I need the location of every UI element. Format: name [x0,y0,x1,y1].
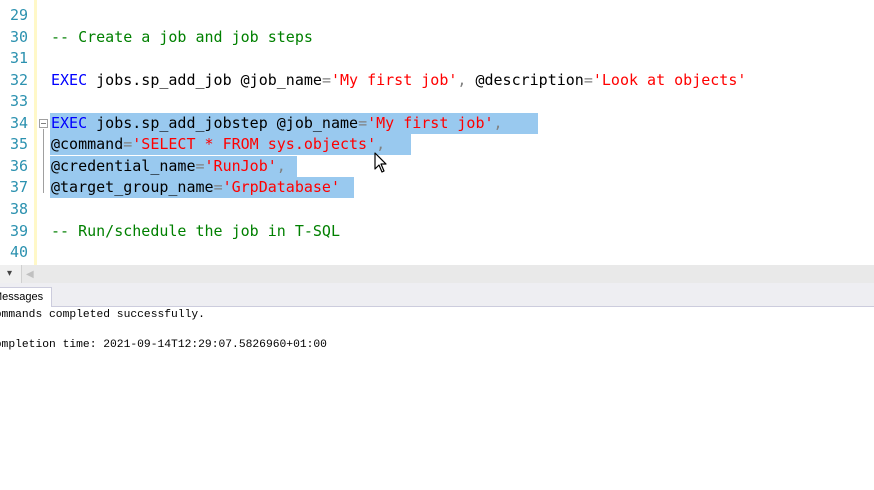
code-token: , [376,135,386,154]
code-token: = [321,70,331,89]
code-line[interactable]: -- Create a job and job steps [51,27,313,48]
code-token: @credential_name [51,156,196,175]
code-line[interactable]: @credential_name='RunJob', [51,156,286,177]
line-number: 39 [9,221,28,240]
code-token: , [276,156,286,175]
collapse-minus-icon[interactable] [39,118,48,128]
code-token: EXEC [51,113,88,132]
message-line: Commands completed successfully. [0,309,205,321]
code-token: = [583,70,593,89]
code-token: 'RunJob' [204,156,277,175]
code-token: 'My first job' [330,70,458,89]
results-pane: Messages Commands completed successfully… [0,283,874,490]
code-token: 'My first job' [367,113,494,132]
code-line[interactable]: @target_group_name='GrpDatabase' [51,177,340,198]
zoom-dropdown[interactable]: ▾ [0,265,22,283]
code-line[interactable]: @command='SELECT * FROM sys.objects', [51,134,385,155]
horizontal-scrollbar[interactable]: ▾ ◀ [0,265,874,283]
line-number: 37 [9,178,28,197]
code-token: , [493,113,503,132]
code-token: = [358,113,368,132]
code-line[interactable]: EXEC jobs.sp_add_job @job_name='My first… [51,70,746,91]
code-line[interactable]: EXEC jobs.sp_add_jobstep @job_name='My f… [51,113,503,134]
code-token: = [213,178,223,197]
query-editor[interactable]: 29 30 31 32 33 34 35 36 37 38 39 40 -- Create a job… [0,0,874,265]
code-token: 'GrpDatabase' [222,178,340,197]
code-line[interactable]: -- Run/schedule the job in T-SQL [51,221,340,242]
code-token: = [123,135,133,154]
tab-messages-label: Messages [0,291,44,303]
code-token: -- Run/schedule the job in T-SQL [51,221,340,240]
code-token: jobs.sp_add_jobstep @job_name [87,113,359,132]
line-number: 35 [9,135,28,154]
mouse-pointer-icon [374,152,387,173]
code-token: 'SELECT * FROM sys.objects' [132,135,377,154]
message-line: Completion time: 2021-09-14T12:29:07.582… [0,339,327,351]
code-token: @command [51,135,124,154]
code-token: 'Look at objects' [592,70,747,89]
code-token: jobs.sp_add_job @job_name [87,70,322,89]
line-number: 33 [9,92,28,111]
outline-guide [43,128,44,194]
code-token: @description [466,70,584,89]
code-token: EXEC [51,70,88,89]
results-tab-bar: Messages [0,283,874,307]
line-number: 36 [9,156,28,175]
change-tracking-margin [34,0,37,265]
line-number: 32 [9,70,28,89]
code-token: = [195,156,205,175]
line-number: 34 [9,113,28,132]
code-token: @target_group_name [51,178,214,197]
line-number: 40 [9,243,28,262]
line-number: 38 [9,199,28,218]
line-number: 30 [9,27,28,46]
line-number: 29 [9,6,28,24]
tab-messages[interactable]: Messages [0,287,53,307]
scroll-left-arrow-icon[interactable]: ◀ [26,269,34,280]
line-number-gutter: 29 30 31 32 33 34 35 36 37 38 39 40 [0,0,34,265]
code-token: -- Create a job and job steps [51,27,313,46]
chevron-down-icon: ▾ [7,268,13,279]
line-number: 31 [9,49,28,68]
